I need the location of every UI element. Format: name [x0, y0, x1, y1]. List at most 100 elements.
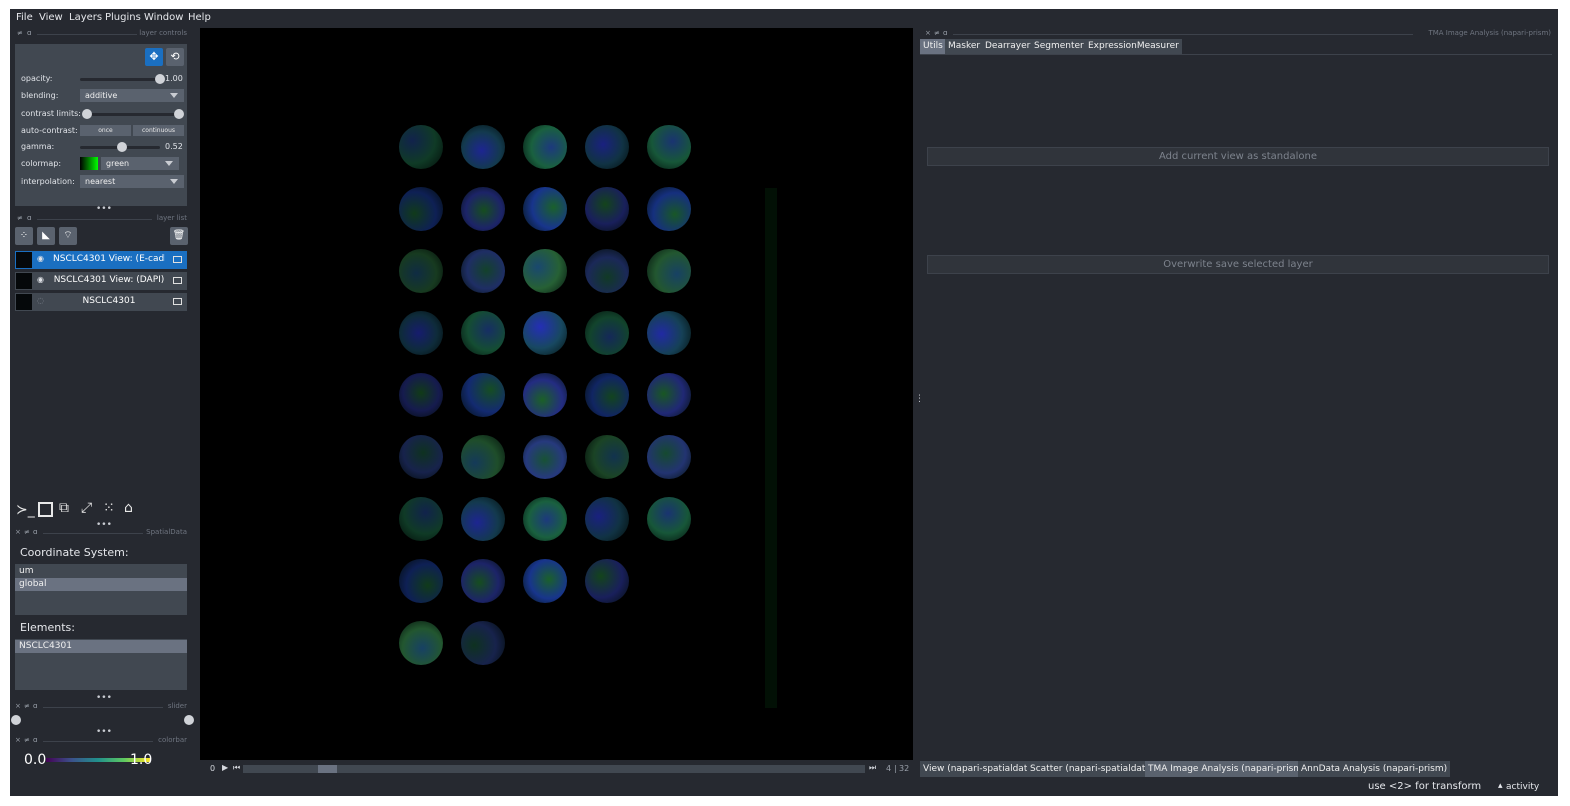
tissue-core [399, 187, 443, 231]
float-icon[interactable]: ≠ [24, 702, 30, 710]
layer-thumbnail [16, 252, 32, 268]
hide-icon[interactable]: ɑ [27, 214, 31, 222]
tab-dearrayer[interactable]: Dearrayer [982, 39, 1034, 54]
layer-name: NSCLC4301 View: (DAPI) [53, 275, 165, 285]
tissue-core [461, 497, 505, 541]
splitter-handle-icon[interactable]: ••• [96, 204, 112, 214]
float-icon[interactable]: ≠ [17, 214, 23, 222]
tissue-core [523, 249, 567, 293]
tissue-core [523, 311, 567, 355]
tissue-core [647, 187, 691, 231]
layer-row-nsclc4301[interactable]: ◌ NSCLC4301 [15, 293, 187, 311]
add-view-standalone-button[interactable]: Add current view as standalone [927, 147, 1549, 166]
dims-total-label: 32 [899, 764, 910, 773]
range-slider[interactable] [16, 719, 188, 722]
tab-anndata-analysis[interactable]: AnnData Analysis (napari-prism) [1298, 761, 1451, 777]
contrast-low-handle[interactable] [82, 109, 92, 119]
ndisplay-square-icon[interactable] [38, 502, 53, 517]
roll-dims-icon[interactable]: ⧉ [59, 500, 69, 516]
hide-icon[interactable]: ɑ [33, 528, 37, 536]
colormap-select[interactable]: green [101, 157, 179, 170]
interpolation-select[interactable]: nearest [80, 175, 184, 188]
step-forward-icon[interactable]: ⏭ [869, 763, 876, 773]
chevron-up-icon[interactable]: ▴ [1498, 781, 1503, 791]
tab-expressionmeasurer[interactable]: ExpressionMeasurer [1085, 39, 1182, 54]
contrast-limits-slider[interactable] [87, 113, 179, 116]
contrast-high-handle[interactable] [174, 109, 184, 119]
dock-label: SpatialData [146, 528, 187, 536]
range-slider-high-handle[interactable] [184, 715, 194, 725]
tab-utils[interactable]: Utils [920, 39, 946, 54]
tissue-core [585, 187, 629, 231]
layer-thumbnail [16, 273, 32, 289]
dock-label: layer controls [139, 29, 187, 37]
close-icon[interactable]: × [925, 29, 931, 37]
opacity-slider-handle[interactable] [155, 74, 165, 84]
once-button[interactable]: once [80, 125, 131, 136]
pan-zoom-icon[interactable]: ✥ [145, 48, 163, 66]
layer-name: NSCLC4301 View: (E-cadh... [53, 254, 165, 264]
hide-icon[interactable]: ɑ [27, 29, 31, 37]
range-slider-low-handle[interactable] [11, 715, 21, 725]
new-labels-layer-icon[interactable]: ⌔ [59, 227, 77, 245]
list-item[interactable]: um [15, 565, 187, 578]
hide-icon[interactable]: ɑ [33, 736, 37, 744]
eye-icon[interactable]: ◉ [37, 275, 44, 284]
hide-icon[interactable]: ɑ [943, 29, 947, 37]
tissue-core [461, 187, 505, 231]
new-points-layer-icon[interactable]: ⁘ [15, 227, 33, 245]
colorbar-max-label: 1.0 [130, 752, 153, 768]
chevron-down-icon [170, 179, 178, 184]
tab-masker[interactable]: Masker [945, 39, 984, 54]
layer-row-ecadherin[interactable]: ◉ NSCLC4301 View: (E-cadh... [15, 251, 187, 269]
continuous-button[interactable]: continuous [133, 125, 184, 136]
float-icon[interactable]: ≠ [17, 29, 23, 37]
menu-layers[interactable]: Layers [69, 12, 102, 23]
list-item[interactable]: global [15, 578, 187, 591]
overwrite-save-layer-button[interactable]: Overwrite save selected layer [927, 255, 1549, 274]
float-icon[interactable]: ≠ [934, 29, 940, 37]
menu-view[interactable]: View [39, 12, 63, 23]
activity-button[interactable]: activity [1506, 782, 1539, 792]
dims-slider-handle[interactable] [318, 765, 337, 773]
close-icon[interactable]: × [15, 528, 21, 536]
opacity-slider[interactable] [80, 78, 160, 81]
tab-segmenter[interactable]: Segmenter [1031, 39, 1087, 54]
tab-scatter-spatialdata[interactable]: Scatter (napari-spatialdata) [1027, 761, 1158, 777]
eye-closed-icon[interactable]: ◌ [37, 296, 44, 305]
float-icon[interactable]: ≠ [24, 528, 30, 536]
gamma-slider-handle[interactable] [116, 142, 127, 152]
tab-tma-image-analysis[interactable]: TMA Image Analysis (napari-prism) [1145, 761, 1309, 777]
transform-icon[interactable]: ⟲ [166, 48, 184, 66]
tissue-core [523, 559, 567, 603]
menu-window[interactable]: Window [144, 12, 183, 23]
delete-layer-icon[interactable]: 🗑 [170, 227, 188, 245]
play-icon[interactable]: ▶ [222, 763, 228, 772]
tab-view-spatialdata[interactable]: View (napari-spatialdata) [920, 761, 1040, 777]
tissue-core [647, 373, 691, 417]
blending-select[interactable]: additive [80, 89, 184, 102]
layer-controls-panel: ✥ ⟲ opacity: 1.00 blending: additive con… [15, 44, 187, 206]
eye-icon[interactable]: ◉ [37, 254, 44, 263]
list-item[interactable]: NSCLC4301 [15, 640, 187, 653]
menu-help[interactable]: Help [188, 12, 211, 23]
tissue-core [523, 497, 567, 541]
tissue-core [585, 249, 629, 293]
transpose-icon[interactable]: ⤢ [81, 500, 92, 516]
home-icon[interactable]: ⌂ [124, 500, 133, 516]
float-icon[interactable]: ≠ [24, 736, 30, 744]
menu-file[interactable]: File [16, 12, 33, 23]
vertical-splitter-icon[interactable]: ⋮ [915, 394, 924, 404]
menu-plugins[interactable]: Plugins [105, 12, 141, 23]
new-shapes-layer-icon[interactable]: ◣ [37, 227, 55, 245]
layer-row-dapi[interactable]: ◉ NSCLC4301 View: (DAPI) [15, 272, 187, 290]
close-icon[interactable]: × [15, 736, 21, 744]
close-icon[interactable]: × [15, 702, 21, 710]
viewer-canvas[interactable] [200, 28, 913, 760]
step-back-icon[interactable]: ⏮ [233, 763, 240, 773]
grid-view-icon[interactable]: ⁙ [103, 500, 115, 516]
hide-icon[interactable]: ɑ [33, 702, 37, 710]
chevron-down-icon [165, 161, 173, 166]
console-icon[interactable]: ≻_ [16, 502, 35, 518]
colorbar-title: × ≠ ɑ colorbar [15, 736, 187, 746]
